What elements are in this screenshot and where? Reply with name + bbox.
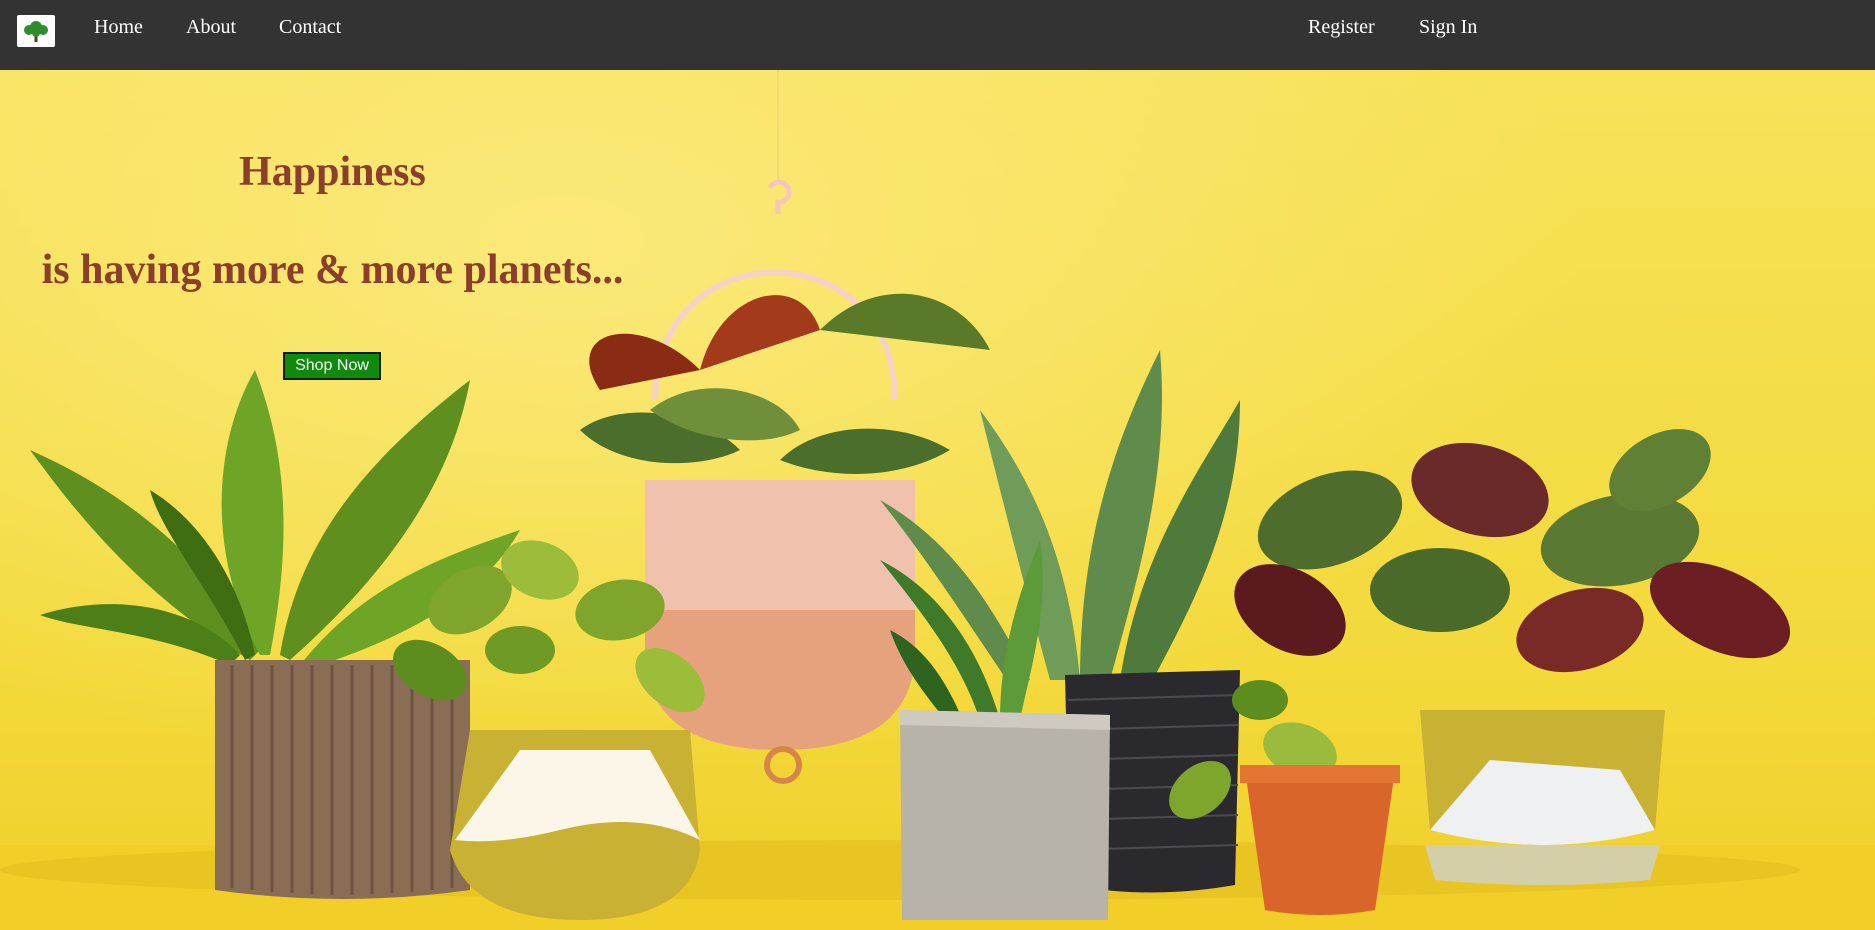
hero-subtitle: is having more & more planets... (41, 247, 624, 293)
plants-illustration (0, 70, 1875, 930)
brand-logo[interactable] (17, 15, 55, 47)
top-navbar: Home About Contact Register Sign In (0, 0, 1875, 70)
hero-title: Happiness (239, 149, 426, 195)
shop-now-button[interactable]: Shop Now (283, 352, 381, 380)
nav-link-contact[interactable]: Contact (279, 16, 341, 39)
nav-link-about[interactable]: About (186, 16, 236, 39)
tree-icon (24, 21, 48, 42)
hero-banner: Happiness is having more & more planets.… (0, 70, 1875, 930)
nav-link-register[interactable]: Register (1308, 16, 1375, 39)
nav-link-home[interactable]: Home (94, 16, 143, 39)
nav-link-sign-in[interactable]: Sign In (1419, 16, 1477, 39)
